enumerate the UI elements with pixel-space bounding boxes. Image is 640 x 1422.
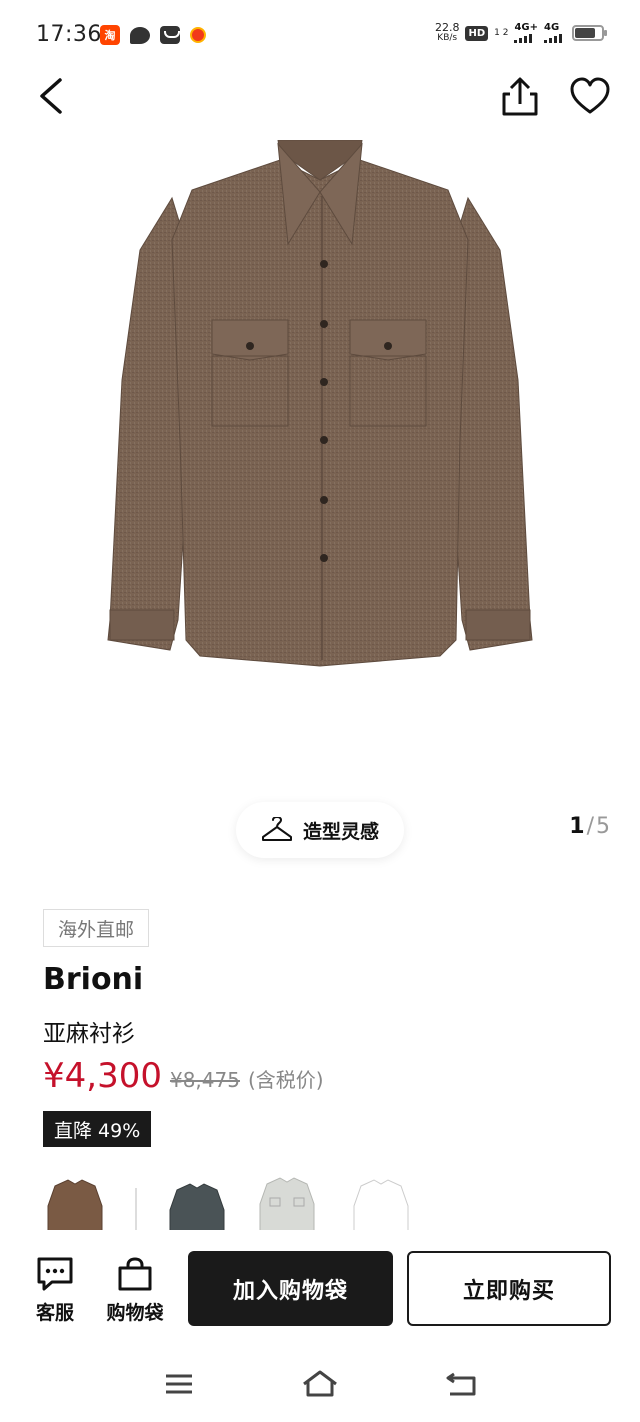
network-speed: 22.8 KB/s: [435, 22, 460, 44]
share-button[interactable]: [498, 74, 542, 118]
mail-icon: [160, 26, 180, 44]
image-pager: 1/5: [569, 814, 610, 839]
home-icon: [303, 1370, 337, 1397]
heart-icon: [570, 77, 610, 114]
shirt-image-icon: [107, 139, 533, 667]
battery-icon: [572, 25, 607, 41]
chat-icon: [37, 1257, 73, 1291]
shopping-bag-button[interactable]: 购物袋: [100, 1256, 170, 1325]
add-to-bag-button[interactable]: 加入购物袋: [188, 1251, 393, 1326]
styling-inspiration-label: 造型灵感: [302, 820, 379, 843]
signal-icon: 4G: [544, 23, 562, 43]
status-time: 17:36: [36, 22, 102, 47]
hanger-icon: [261, 817, 292, 841]
hd-icon: HD: [465, 25, 489, 41]
pager-total: 5: [596, 814, 610, 839]
back-system-button[interactable]: [442, 1368, 482, 1400]
shirt-thumbnail-icon: [259, 1177, 315, 1230]
status-bar: 17:36 淘 22.8 KB/s HD 1 2 4G+ 4G: [0, 0, 640, 70]
variant-brown[interactable]: [40, 1176, 110, 1230]
shopping-bag-label: 购物袋: [106, 1302, 164, 1324]
taobao-icon: 淘: [100, 25, 120, 45]
signal-2-label: 4G: [544, 22, 560, 33]
shopping-bag-icon: [118, 1257, 152, 1291]
tax-note: (含税价): [247, 1068, 324, 1092]
shirt-thumbnail-icon: [169, 1183, 225, 1230]
network-speed-value: 22.8: [434, 21, 460, 34]
brand-name[interactable]: Brioni: [43, 962, 143, 997]
product-detail-page: 17:36 淘 22.8 KB/s HD 1 2 4G+ 4G 造型灵感 1/5…: [0, 0, 640, 1422]
bottom-action-bar: 客服 购物袋 加入购物袋 立即购买: [0, 1230, 640, 1342]
back-button[interactable]: [30, 74, 74, 118]
chat-bubble-icon: [130, 26, 150, 44]
notification-icons: 淘: [100, 25, 206, 45]
overseas-shipping-tag: 海外直邮: [43, 909, 150, 947]
app-notification-icon: [190, 27, 206, 43]
share-icon: [502, 77, 538, 116]
menu-icon: [166, 1374, 192, 1394]
system-status-icons: 22.8 KB/s HD 1 2 4G+ 4G: [435, 22, 607, 44]
variant-divider: [135, 1188, 137, 1230]
color-variants: [40, 1176, 640, 1230]
shirt-thumbnail-icon: [47, 1179, 103, 1230]
system-navigation-bar: [0, 1342, 640, 1422]
current-price: ¥4,300: [43, 1056, 162, 1096]
pager-current: 1: [569, 814, 585, 839]
price-row: ¥4,300 ¥8,475 (含税价): [43, 1056, 324, 1096]
variant-slate[interactable]: [162, 1176, 232, 1230]
styling-inspiration-button[interactable]: 造型灵感: [236, 802, 404, 858]
menu-button[interactable]: [160, 1368, 200, 1400]
signal-1-label: 4G+: [514, 22, 538, 33]
shirt-thumbnail-icon: [353, 1179, 409, 1230]
variant-white[interactable]: [346, 1176, 416, 1230]
network-speed-unit: KB/s: [437, 33, 458, 43]
sim-slot-label: 1 2: [494, 28, 509, 38]
return-icon: [446, 1372, 476, 1396]
pager-separator: /: [586, 814, 594, 839]
home-button[interactable]: [300, 1368, 340, 1400]
chevron-left-icon: [40, 78, 62, 114]
discount-badge: 直降 49%: [43, 1111, 152, 1147]
buy-now-button[interactable]: 立即购买: [407, 1251, 611, 1326]
favorite-button[interactable]: [566, 74, 614, 118]
original-price: ¥8,475: [169, 1068, 240, 1092]
signal-icon: 4G+: [514, 23, 538, 43]
customer-service-label: 客服: [35, 1302, 74, 1324]
customer-service-button[interactable]: 客服: [20, 1256, 90, 1325]
product-name: 亚麻衬衫: [43, 1021, 135, 1047]
product-image[interactable]: [100, 139, 540, 680]
variant-light-grey[interactable]: [252, 1176, 322, 1230]
